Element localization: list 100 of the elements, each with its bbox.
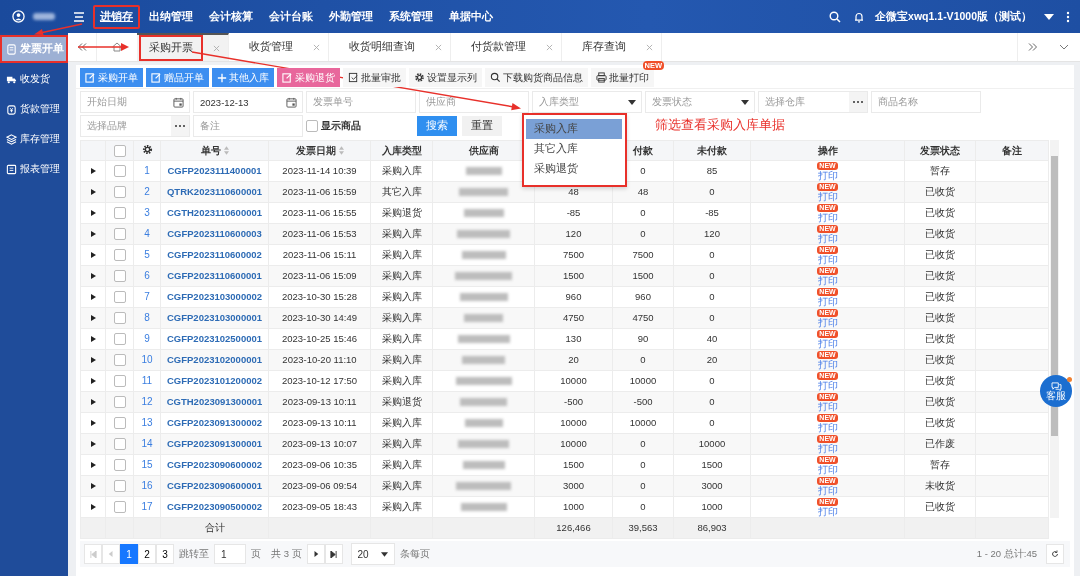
nav-item[interactable]: 单据中心 — [442, 4, 500, 29]
search-icon[interactable] — [829, 10, 842, 23]
expand-icon[interactable] — [90, 189, 96, 195]
toolbar-button[interactable]: 下载购货商品信息 — [485, 68, 588, 87]
checkbox[interactable] — [113, 501, 126, 514]
print-link[interactable]: 打印 — [817, 379, 838, 391]
input-field[interactable]: 商品名称 — [871, 91, 981, 113]
print-link[interactable]: 打印 — [817, 358, 838, 370]
nav-item[interactable]: 出纳管理 — [142, 4, 200, 29]
checkbox[interactable] — [113, 375, 126, 388]
checkbox[interactable] — [113, 144, 126, 157]
expand-icon[interactable] — [90, 420, 96, 426]
page-size-select[interactable]: 20 — [350, 543, 395, 565]
tab[interactable]: 收货明细查询 — [339, 34, 425, 60]
checkbox[interactable] — [113, 417, 126, 430]
toolbar-button[interactable]: 其他入库 — [212, 68, 274, 87]
calendar-icon[interactable] — [286, 96, 297, 108]
checkbox[interactable] — [113, 354, 126, 367]
nav-item[interactable]: 会计台账 — [262, 4, 320, 29]
input-field[interactable]: 供应商 — [419, 91, 529, 113]
nav-item[interactable]: 会计核算 — [202, 4, 260, 29]
print-link[interactable]: 打印 — [817, 232, 838, 244]
expand-icon[interactable] — [90, 294, 96, 300]
settings-icon[interactable] — [141, 143, 153, 155]
account-name[interactable]: 企微宝xwq1.1-V1000版（测试） — [875, 9, 1032, 24]
caret-icon[interactable] — [1044, 13, 1054, 20]
expand-icon[interactable] — [90, 483, 96, 489]
page-input[interactable]: 1 — [214, 544, 246, 564]
print-link[interactable]: 打印 — [817, 274, 838, 286]
more-icon[interactable] — [1066, 10, 1070, 23]
print-link[interactable]: 打印 — [817, 316, 838, 328]
toolbar-button[interactable]: 批量打印 — [591, 68, 654, 87]
checkbox[interactable] — [113, 228, 126, 241]
print-link[interactable]: 打印 — [817, 484, 838, 496]
expand-icon[interactable] — [90, 315, 96, 321]
checkbox[interactable] — [113, 333, 126, 346]
more-icon[interactable] — [170, 116, 189, 136]
toolbar-button[interactable]: 采购开单 — [80, 68, 143, 87]
expand-icon[interactable] — [90, 231, 96, 237]
expand-icon[interactable] — [90, 273, 96, 279]
print-link[interactable]: 打印 — [817, 505, 838, 517]
print-link[interactable]: 打印 — [817, 337, 838, 349]
page-button[interactable]: 3 — [156, 544, 174, 564]
sidebar-item[interactable]: 货款管理 — [0, 95, 68, 123]
expand-icon[interactable] — [90, 378, 96, 384]
select-field[interactable]: 发票状态 — [645, 91, 755, 113]
print-link[interactable]: 打印 — [817, 295, 838, 307]
home-icon[interactable] — [111, 41, 123, 53]
dropdown-option[interactable]: 采购退货 — [526, 159, 622, 179]
checkbox[interactable] — [113, 249, 126, 262]
expand-icon[interactable] — [90, 504, 96, 510]
expand-icon[interactable] — [90, 168, 96, 174]
select-field[interactable]: 入库类型 — [532, 91, 642, 113]
input-field[interactable]: 备注 — [193, 115, 303, 137]
checkbox[interactable] — [113, 312, 126, 325]
print-link[interactable]: 打印 — [817, 253, 838, 265]
bell-icon[interactable] — [853, 10, 866, 23]
checkbox[interactable] — [113, 459, 126, 472]
nav-item[interactable]: 外勤管理 — [322, 4, 380, 29]
page-button[interactable]: 1 — [120, 544, 138, 564]
refresh-button[interactable] — [1046, 544, 1064, 564]
checkbox[interactable] — [113, 438, 126, 451]
input-field[interactable]: 开始日期 — [80, 91, 190, 113]
print-link[interactable]: 打印 — [817, 442, 838, 454]
toolbar-button[interactable]: 设置显示列 — [409, 68, 482, 87]
checkbox[interactable] — [113, 396, 126, 409]
dropdown-option[interactable]: 其它入库 — [526, 139, 622, 159]
user-icon[interactable] — [12, 10, 25, 23]
input-field[interactable]: 发票单号 — [306, 91, 416, 113]
input-field[interactable]: 2023-12-13 — [193, 91, 303, 113]
checkbox[interactable] — [306, 120, 318, 132]
tab[interactable]: 采购开票 — [139, 35, 203, 61]
expand-icon[interactable] — [90, 210, 96, 216]
menu-icon[interactable] — [73, 11, 85, 22]
expand-icon[interactable] — [90, 399, 96, 405]
sidebar-item[interactable]: 库存管理 — [0, 125, 68, 153]
tab[interactable]: 库存查询 — [572, 34, 636, 60]
expand-icon[interactable] — [90, 462, 96, 468]
tab[interactable]: 付货款管理 — [461, 34, 536, 60]
expand-icon[interactable] — [90, 441, 96, 447]
sidebar-item[interactable]: 报表管理 — [0, 155, 68, 183]
checkbox[interactable] — [113, 165, 126, 178]
more-icon[interactable] — [848, 92, 867, 112]
print-link[interactable]: 打印 — [817, 190, 838, 202]
print-link[interactable]: 打印 — [817, 169, 838, 181]
nav-item[interactable]: 进销存 — [93, 4, 140, 29]
tab[interactable]: 收货管理 — [239, 34, 303, 60]
print-link[interactable]: 打印 — [817, 400, 838, 412]
print-link[interactable]: 打印 — [817, 421, 838, 433]
input-field[interactable]: 选择品牌 — [80, 115, 190, 137]
toolbar-button[interactable]: 批量审批 — [343, 68, 406, 87]
expand-icon[interactable] — [90, 357, 96, 363]
checkbox[interactable] — [113, 186, 126, 199]
checkbox[interactable] — [113, 480, 126, 493]
checkbox[interactable] — [113, 291, 126, 304]
filter-button[interactable]: 搜索 — [417, 116, 457, 136]
toolbar-button[interactable]: 赠品开单 — [146, 68, 209, 87]
input-field[interactable]: 选择仓库 — [758, 91, 868, 113]
print-link[interactable]: 打印 — [817, 211, 838, 223]
toolbar-button[interactable]: 采购退货 — [277, 68, 340, 87]
